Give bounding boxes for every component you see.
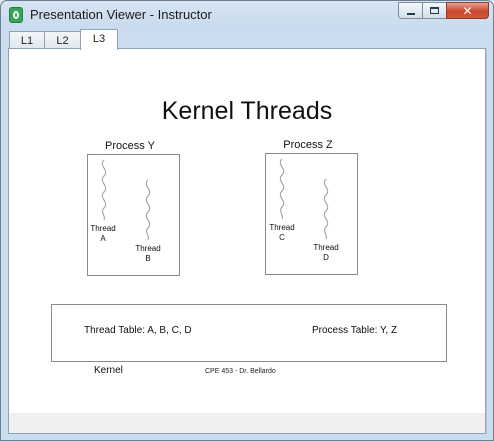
slide-footer: CPE 453 - Dr. Bellardo — [205, 368, 276, 375]
thread-b-label: Thread B — [128, 244, 168, 264]
thread-d-squiggle — [323, 178, 329, 240]
thread-table-text: Thread Table: A, B, C, D — [84, 325, 192, 336]
kernel-label: Kernel — [94, 365, 123, 376]
close-button[interactable]: ✕ — [446, 2, 489, 19]
tab-bar: L1 L2 L3 — [9, 29, 118, 50]
maximize-button[interactable] — [422, 2, 446, 19]
thread-c-label: Thread C — [262, 223, 302, 243]
title-bar[interactable]: Presentation Viewer - Instructor ✕ — [1, 1, 494, 29]
thread-a-line1: Thread — [90, 224, 116, 233]
slide-title: Kernel Threads — [161, 97, 333, 125]
app-icon — [9, 7, 23, 23]
thread-d-line1: Thread — [313, 243, 339, 252]
minimize-icon — [406, 12, 415, 15]
window-controls: ✕ — [398, 2, 489, 19]
thread-c-line1: Thread — [269, 223, 295, 232]
maximize-icon — [430, 7, 439, 14]
thread-a-label: Thread A — [83, 224, 123, 244]
thread-a-squiggle — [101, 159, 107, 221]
thread-a-line2: A — [100, 234, 106, 243]
status-strip — [9, 413, 485, 433]
thread-c-squiggle — [279, 158, 285, 220]
thread-b-line2: B — [145, 254, 151, 263]
close-icon: ✕ — [462, 3, 473, 18]
thread-b-squiggle — [145, 179, 151, 241]
thread-c-line2: C — [279, 233, 285, 242]
window-title: Presentation Viewer - Instructor — [30, 7, 212, 22]
process-table-text: Process Table: Y, Z — [312, 325, 398, 336]
process-z-label: Process Z — [283, 139, 333, 151]
tab-l3[interactable]: L3 — [80, 29, 118, 50]
thread-d-line2: D — [323, 253, 329, 262]
thread-d-label: Thread D — [306, 243, 346, 263]
process-y-label: Process Y — [105, 140, 155, 152]
minimize-button[interactable] — [398, 2, 422, 19]
thread-b-line1: Thread — [135, 244, 161, 253]
